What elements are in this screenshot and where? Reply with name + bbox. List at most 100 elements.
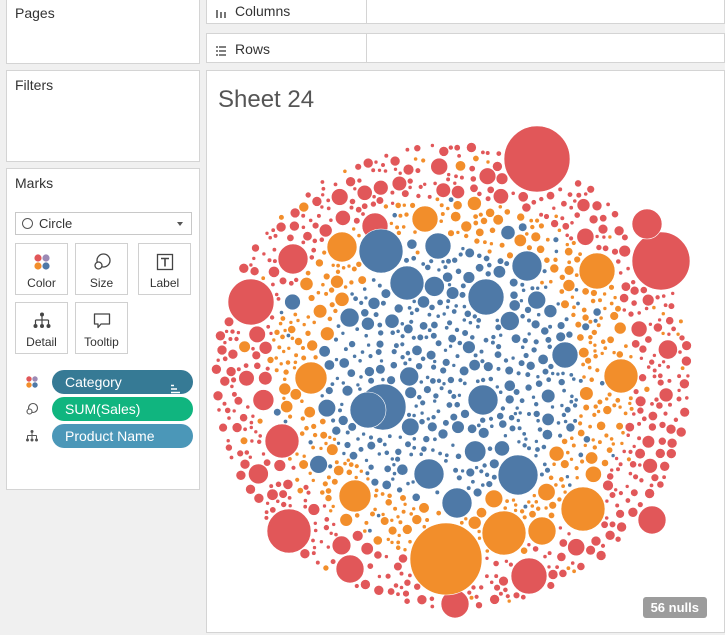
- bubble[interactable]: [451, 256, 458, 264]
- bubble[interactable]: [638, 373, 647, 383]
- bubble[interactable]: [568, 372, 574, 378]
- bubble[interactable]: [630, 299, 638, 307]
- bubble[interactable]: [375, 364, 386, 375]
- bubble[interactable]: [320, 192, 325, 198]
- bubble[interactable]: [252, 389, 275, 411]
- bubble[interactable]: [629, 460, 637, 469]
- bubble[interactable]: [490, 334, 497, 340]
- nulls-badge[interactable]: 56 nulls: [642, 597, 707, 618]
- bubble[interactable]: [418, 379, 424, 385]
- bubble[interactable]: [323, 441, 329, 446]
- bubble[interactable]: [557, 433, 563, 439]
- bubble[interactable]: [609, 467, 615, 473]
- bubble[interactable]: [346, 457, 351, 463]
- bubble[interactable]: [468, 595, 475, 601]
- bubble[interactable]: [287, 325, 297, 334]
- bubble[interactable]: [383, 168, 388, 174]
- bubble[interactable]: [538, 212, 544, 218]
- bubble[interactable]: [658, 387, 674, 403]
- bubble[interactable]: [335, 269, 341, 275]
- bubble[interactable]: [379, 358, 384, 364]
- bubble[interactable]: [394, 456, 401, 463]
- bubble[interactable]: [623, 343, 629, 349]
- bubble[interactable]: [446, 172, 451, 177]
- bubble[interactable]: [325, 487, 332, 495]
- bubble[interactable]: [319, 489, 326, 496]
- bubble[interactable]: [484, 270, 492, 278]
- bubble[interactable]: [351, 226, 356, 232]
- bubble[interactable]: [328, 530, 334, 536]
- bubble[interactable]: [223, 316, 235, 327]
- bubble[interactable]: [395, 514, 401, 520]
- bubble[interactable]: [548, 501, 557, 510]
- bubble[interactable]: [680, 365, 686, 371]
- bubble[interactable]: [411, 514, 423, 525]
- bubble[interactable]: [595, 550, 607, 561]
- bubble[interactable]: [448, 343, 453, 349]
- bubble[interactable]: [657, 436, 667, 446]
- bubble[interactable]: [298, 459, 309, 470]
- bubble[interactable]: [619, 293, 629, 303]
- bubble[interactable]: [571, 568, 577, 574]
- bubble[interactable]: [320, 282, 326, 288]
- bubble[interactable]: [414, 167, 421, 174]
- bubble[interactable]: [416, 594, 428, 606]
- bubble[interactable]: [484, 548, 490, 554]
- bubble[interactable]: [615, 509, 625, 519]
- bubble[interactable]: [464, 247, 475, 258]
- bubble[interactable]: [495, 172, 509, 185]
- bubble[interactable]: [631, 444, 637, 449]
- bubble[interactable]: [282, 376, 288, 382]
- bubble[interactable]: [357, 358, 363, 364]
- bubble[interactable]: [238, 370, 255, 387]
- bubble[interactable]: [227, 348, 239, 360]
- bubble[interactable]: [581, 374, 587, 380]
- bubble[interactable]: [452, 200, 463, 211]
- bubble[interactable]: [450, 211, 462, 223]
- bubble[interactable]: [443, 347, 448, 353]
- bubble[interactable]: [331, 425, 342, 436]
- bubble[interactable]: [484, 471, 490, 478]
- bubble[interactable]: [469, 183, 479, 193]
- bubble[interactable]: [352, 186, 358, 192]
- bubble[interactable]: [360, 349, 365, 355]
- bubble[interactable]: [331, 478, 339, 486]
- bubble[interactable]: [430, 321, 439, 330]
- bubble[interactable]: [548, 445, 565, 462]
- bubble[interactable]: [609, 436, 614, 442]
- bubble[interactable]: [572, 402, 578, 409]
- label-button[interactable]: Label: [138, 243, 191, 295]
- bubble[interactable]: [263, 458, 272, 467]
- bubble[interactable]: [366, 342, 371, 348]
- bubble[interactable]: [389, 265, 425, 301]
- bubble[interactable]: [489, 423, 495, 429]
- bubble[interactable]: [409, 202, 416, 209]
- bubble[interactable]: [558, 568, 568, 578]
- bubble[interactable]: [580, 361, 586, 367]
- bubble[interactable]: [519, 508, 525, 515]
- bubble[interactable]: [461, 304, 467, 309]
- bubble[interactable]: [570, 294, 575, 300]
- bubble[interactable]: [487, 445, 493, 452]
- bubble[interactable]: [265, 500, 270, 506]
- bubble[interactable]: [411, 436, 417, 442]
- bubble[interactable]: [604, 515, 610, 521]
- bubble[interactable]: [608, 491, 617, 499]
- bubble[interactable]: [329, 558, 337, 565]
- bubble[interactable]: [342, 168, 348, 174]
- bubble[interactable]: [536, 312, 542, 318]
- bubble[interactable]: [269, 506, 277, 514]
- bubble[interactable]: [358, 374, 364, 380]
- bubble[interactable]: [423, 385, 432, 394]
- bubble[interactable]: [467, 278, 505, 316]
- bubble[interactable]: [441, 311, 447, 317]
- bubble[interactable]: [522, 514, 528, 520]
- bubble[interactable]: [403, 257, 410, 264]
- bubble[interactable]: [543, 213, 550, 220]
- bubble[interactable]: [302, 231, 313, 242]
- bubble[interactable]: [293, 277, 299, 283]
- bubble[interactable]: [513, 508, 518, 513]
- bubble[interactable]: [509, 290, 519, 300]
- bubble[interactable]: [267, 235, 273, 241]
- bubble[interactable]: [578, 347, 590, 359]
